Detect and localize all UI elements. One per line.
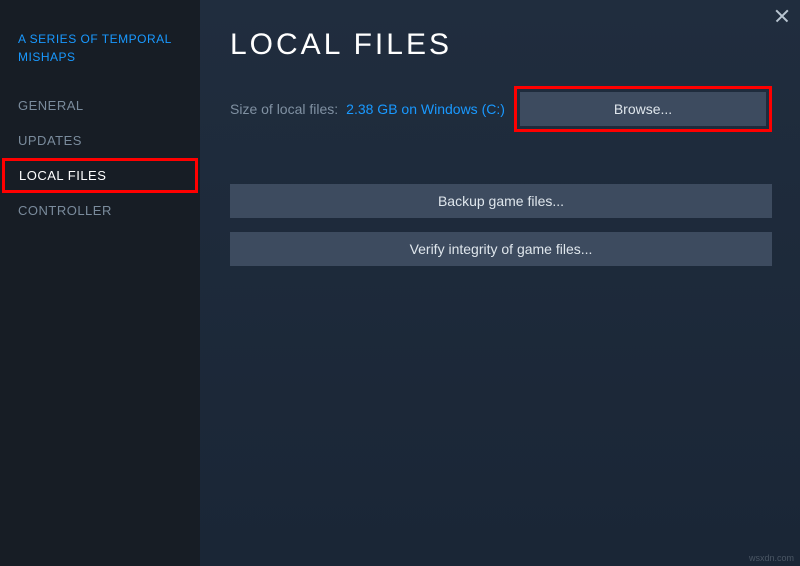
sidebar: A SERIES OF TEMPORAL MISHAPS GENERAL UPD… (0, 0, 200, 566)
verify-button[interactable]: Verify integrity of game files... (230, 232, 772, 266)
size-value: 2.38 GB on Windows (C:) (346, 101, 505, 117)
page-title: LOCAL FILES (230, 28, 772, 62)
browse-button[interactable]: Browse... (520, 92, 766, 126)
nav-item-general[interactable]: GENERAL (0, 88, 200, 123)
game-title: A SERIES OF TEMPORAL MISHAPS (0, 30, 200, 88)
size-label: Size of local files: (230, 101, 338, 117)
backup-button[interactable]: Backup game files... (230, 184, 772, 218)
watermark: wsxdn.com (749, 553, 794, 563)
close-icon[interactable] (774, 8, 790, 24)
nav-item-controller[interactable]: CONTROLLER (0, 193, 200, 228)
nav-item-updates[interactable]: UPDATES (0, 123, 200, 158)
size-row: Size of local files: 2.38 GB on Windows … (230, 86, 772, 132)
browse-highlight: Browse... (514, 86, 772, 132)
nav-item-local-files[interactable]: LOCAL FILES (2, 158, 198, 193)
main-panel: LOCAL FILES Size of local files: 2.38 GB… (200, 0, 800, 566)
